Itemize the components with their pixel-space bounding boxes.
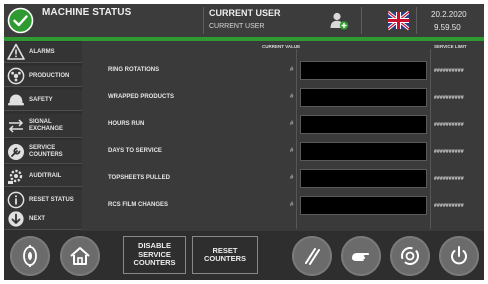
info-icon — [6, 190, 26, 210]
row-label-topsheets-pulled: TOPSHEETS PULLED — [108, 175, 170, 181]
wrap-cycle-button[interactable] — [390, 236, 430, 276]
current-value-field[interactable] — [300, 61, 427, 80]
row-hash: # — [290, 175, 294, 181]
service-limit-value: ########## — [434, 68, 464, 74]
header-divider — [203, 7, 204, 34]
row-label-days-to-service: DAYS TO SERVICE — [108, 148, 162, 154]
power-button[interactable] — [439, 236, 479, 276]
sidebar-item-next[interactable]: NEXT — [4, 209, 82, 230]
row-hash: # — [290, 202, 294, 208]
footer-toolbar: DISABLE SERVICE COUNTERS RESET COUNTERS — [4, 231, 484, 280]
row-hash: # — [290, 148, 294, 154]
row-label-hours-run: HOURS RUN — [108, 121, 145, 127]
current-value-header: CURRENT VALUE — [262, 44, 301, 49]
service-limit-value: ########## — [434, 176, 464, 182]
reset-counters-button[interactable]: RESET COUNTERS — [192, 236, 258, 274]
slash-button[interactable] — [292, 236, 332, 276]
sidebar-item-alarms[interactable]: ALARMS — [4, 42, 82, 63]
date-display: 20.2.2020 — [431, 10, 467, 19]
arrow-down-icon — [6, 209, 26, 229]
hand-button[interactable] — [341, 236, 381, 276]
service-counters-panel: CURRENT VALUE SERVICE LIMIT RING ROTATIO… — [84, 41, 484, 231]
current-value-field[interactable] — [300, 88, 427, 107]
page-title: MACHINE STATUS — [42, 7, 132, 18]
signal-exchange-icon — [6, 116, 26, 136]
sidebar-item-safety[interactable]: SAFETY — [4, 90, 82, 111]
current-user-title: CURRENT USER — [209, 8, 281, 18]
warning-icon — [6, 42, 26, 62]
helmet-icon — [6, 90, 26, 110]
machine-status-screen: MACHINE STATUS CURRENT USER CURRENT USER — [4, 4, 484, 280]
disable-service-counters-button[interactable]: DISABLE SERVICE COUNTERS — [123, 236, 186, 274]
service-limit-value: ########## — [434, 149, 464, 155]
service-limit-value: ########## — [434, 122, 464, 128]
production-icon — [6, 66, 26, 86]
audit-icon — [6, 166, 26, 186]
header-divider — [416, 7, 417, 34]
sidebar-item-label: SERVICE COUNTERS — [29, 144, 63, 158]
current-user-name: CURRENT USER — [209, 23, 265, 30]
film-roll-icon — [23, 245, 37, 267]
wrap-cycle-icon — [401, 247, 419, 265]
row-label-rcs-film-changes: RCS FILM CHANGES — [108, 202, 168, 208]
sidebar-item-reset-status[interactable]: RESET STATUS — [4, 190, 82, 211]
double-slash-icon — [305, 248, 320, 265]
sidebar-item-label: AUDITRAIL — [29, 172, 62, 179]
service-limit-value: ########## — [434, 203, 464, 209]
uk-flag-icon[interactable] — [386, 10, 411, 31]
sidebar-item-label: ALARMS — [29, 48, 55, 55]
power-icon — [451, 246, 467, 265]
sidebar-item-label: RESET STATUS — [29, 196, 74, 203]
column-divider — [430, 49, 431, 229]
row-hash: # — [290, 67, 294, 73]
row-label-ring-rotations: RING ROTATIONS — [108, 67, 160, 73]
header-bar: MACHINE STATUS CURRENT USER CURRENT USER — [4, 4, 484, 37]
sidebar-item-label: SIGNAL EXCHANGE — [29, 118, 64, 132]
sidebar: ALARMS PRODUCTION SAFETY SIGNAL EXCHANGE… — [4, 41, 82, 231]
column-divider — [296, 49, 297, 229]
film-roll-button[interactable] — [10, 236, 50, 276]
row-hash: # — [290, 94, 294, 100]
current-value-field[interactable] — [300, 169, 427, 188]
hand-icon — [352, 253, 370, 261]
current-value-field[interactable] — [300, 115, 427, 134]
add-user-icon[interactable] — [329, 11, 349, 31]
time-display: 9.59.50 — [434, 23, 461, 32]
home-icon — [70, 247, 90, 265]
wrench-icon — [6, 142, 26, 162]
sidebar-item-production[interactable]: PRODUCTION — [4, 66, 82, 87]
sidebar-item-auditrail[interactable]: AUDITRAIL — [4, 166, 82, 187]
service-limit-header: SERVICE LIMIT — [434, 44, 467, 49]
sidebar-item-service-counters[interactable]: SERVICE COUNTERS — [4, 140, 82, 164]
sidebar-item-label: NEXT — [29, 215, 46, 222]
row-hash: # — [290, 121, 294, 127]
sidebar-item-label: SAFETY — [29, 96, 53, 103]
header-divider — [361, 7, 362, 34]
status-ok-icon[interactable] — [6, 6, 35, 35]
current-value-field[interactable] — [300, 196, 427, 215]
row-label-wrapped-products: WRAPPED PRODUCTS — [108, 94, 175, 100]
sidebar-item-signal-exchange[interactable]: SIGNAL EXCHANGE — [4, 114, 82, 138]
service-limit-value: ########## — [434, 95, 464, 101]
current-value-field[interactable] — [300, 142, 427, 161]
sidebar-item-label: PRODUCTION — [29, 72, 70, 79]
home-button[interactable] — [60, 236, 100, 276]
